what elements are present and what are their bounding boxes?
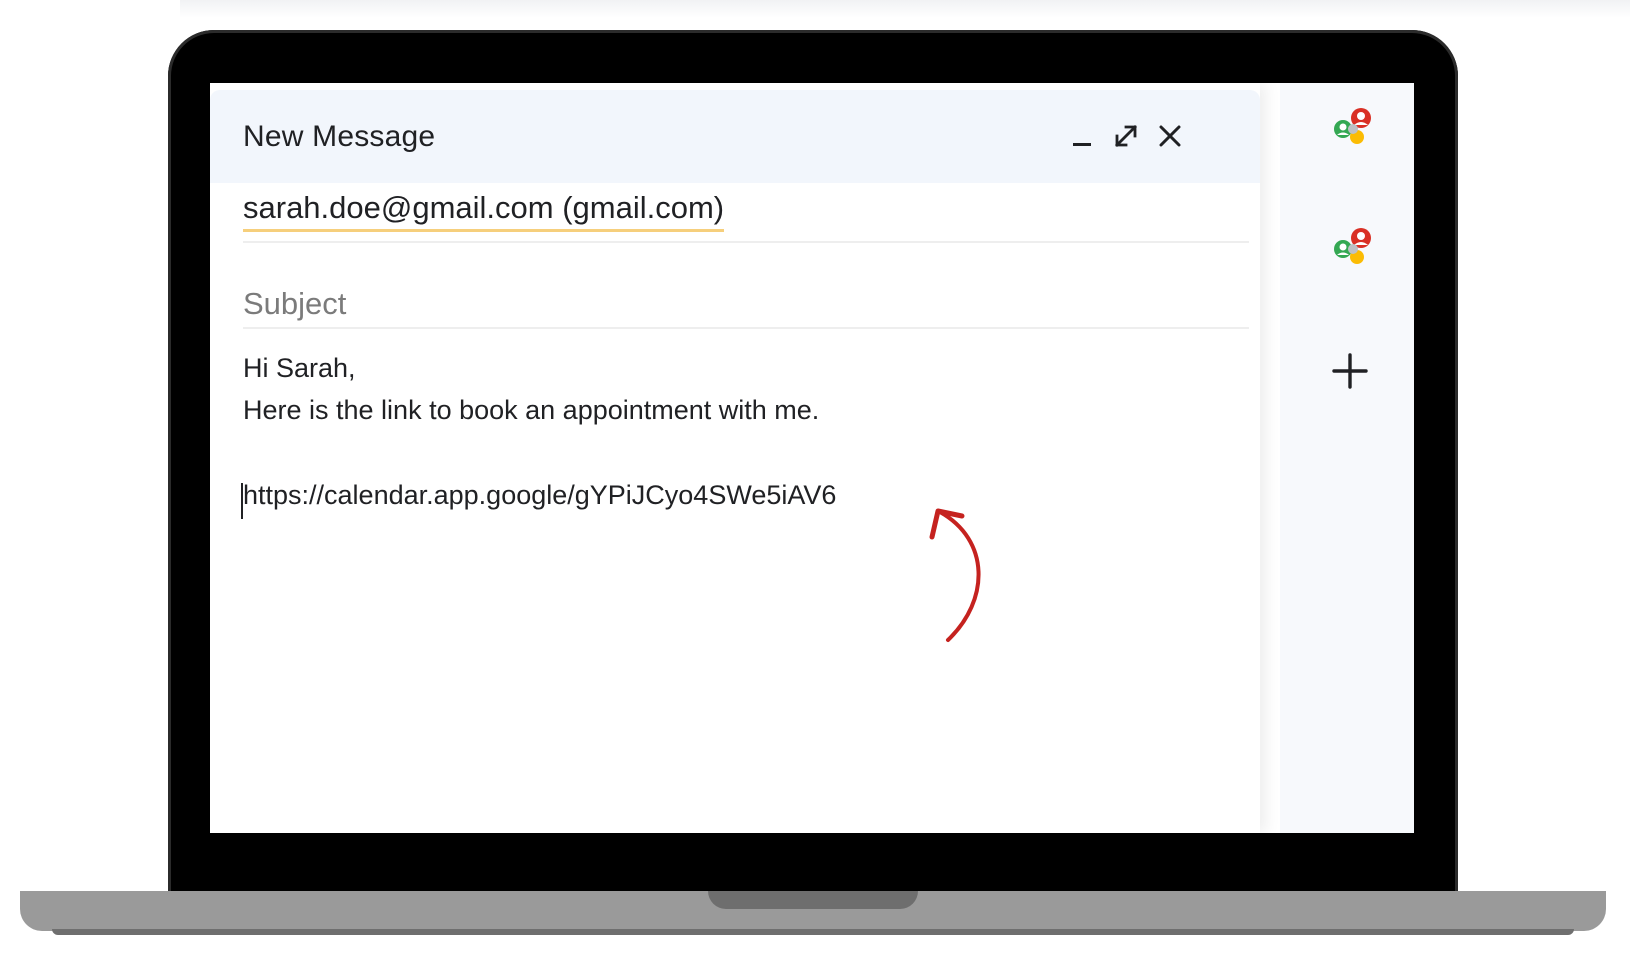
stage: New Message sarah.doe@gmail.com (gmail.c… [0,0,1630,966]
compose-window: New Message sarah.doe@gmail.com (gmail.c… [210,83,1260,833]
laptop-base-shadow [52,929,1574,935]
recipient-chip[interactable]: sarah.doe@gmail.com (gmail.com) [243,190,725,232]
close-icon [1159,125,1181,147]
body-line[interactable]: Here is the link to book an appointment … [243,395,819,426]
plus-icon[interactable] [1328,349,1372,393]
laptop-notch [708,891,918,909]
contacts-icon[interactable] [1330,225,1376,271]
laptop-screen: New Message sarah.doe@gmail.com (gmail.c… [210,83,1414,833]
minimize-button[interactable] [1062,116,1102,156]
background-fade [180,0,1630,18]
subject-divider [243,327,1249,329]
expand-button[interactable] [1106,116,1146,156]
text-cursor [241,483,243,519]
expand-icon [1115,125,1137,147]
compose-header: New Message [210,90,1260,183]
body-link[interactable]: https://calendar.app.google/gYPiJCyo4SWe… [243,480,836,511]
close-button[interactable] [1150,116,1190,156]
compose-title: New Message [243,120,436,153]
side-panel [1280,83,1414,833]
recipient-divider [243,241,1249,243]
subject-input[interactable] [243,279,1223,329]
body-greeting[interactable]: Hi Sarah, [243,353,356,384]
minimize-icon [1073,143,1091,146]
contacts-icon[interactable] [1330,105,1376,151]
